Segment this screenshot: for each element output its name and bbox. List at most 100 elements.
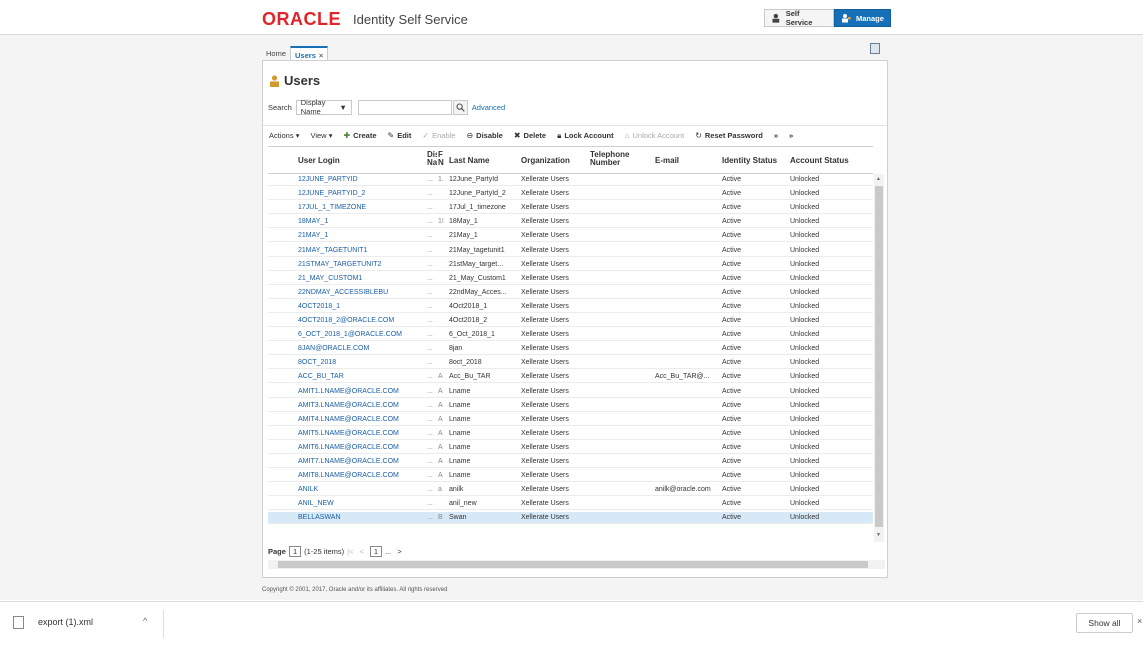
user-login-link[interactable]: 22NDMAY_ACCESSIBLEBU	[298, 287, 425, 299]
search-attribute-select[interactable]: Display Name ▼	[295, 98, 352, 116]
table-row[interactable]: 6_OCT_2018_1@ORACLE.COM... 6_Oct_2018_1 Xe…	[268, 329, 873, 342]
delete-button[interactable]: ✖ Delete	[514, 131, 546, 140]
user-login-link[interactable]: 4OCT2018_1	[298, 301, 425, 313]
display-name-cell: ...	[427, 302, 433, 310]
table-row[interactable]: AMIT3.LNAME@ORACLE.COM... A Lname Xellerate…	[268, 400, 873, 412]
col-first-name[interactable]: F N	[438, 151, 446, 167]
horizontal-scrollbar[interactable]	[268, 560, 885, 569]
horizontal-scroll-thumb[interactable]	[278, 561, 868, 568]
self-service-button[interactable]: Self Service	[764, 9, 834, 27]
download-file-name[interactable]: export (1).xml	[38, 617, 93, 627]
table-row[interactable]: ACC_BU_TAR... A Acc_Bu_TAR Xellerate Users A…	[268, 371, 873, 384]
user-login-link[interactable]: AMIT4.LNAME@ORACLE.COM	[298, 414, 425, 426]
user-login-link[interactable]: 18MAY_1	[298, 216, 425, 228]
user-login-link[interactable]: AMIT3.LNAME@ORACLE.COM	[298, 400, 425, 412]
reset-password-button[interactable]: ↻ Reset Password	[695, 131, 763, 140]
table-row[interactable]: 17JUL_1_TIMEZONE... 17Jul_1_timezone Xelle…	[268, 202, 873, 215]
user-login-link[interactable]: 4OCT2018_2@ORACLE.COM	[298, 315, 425, 327]
next-page-icon[interactable]: >	[397, 547, 401, 556]
col-account-status[interactable]: Account Status	[790, 157, 849, 165]
unlock-account-button[interactable]: ⌂ Unlock Account	[625, 131, 685, 140]
user-login-link[interactable]: 21STMAY_TARGETUNIT2	[298, 259, 425, 271]
disable-button[interactable]: ⊖ Disable	[466, 131, 502, 140]
identity-status-cell: Active	[722, 401, 742, 409]
table-row[interactable]: 22NDMAY_ACCESSIBLEBU... 22ndMay_Acces... X…	[268, 287, 873, 299]
close-icon[interactable]: ×	[1137, 616, 1142, 626]
search-input[interactable]	[357, 99, 452, 115]
user-login-link[interactable]: 12JUNE_PARTYID_2	[298, 188, 425, 200]
table-row[interactable]: 4OCT2018_1... 4Oct2018_1 Xellerate Users Ac…	[268, 301, 873, 313]
chevron-down-icon: ▾	[328, 131, 333, 140]
col-email[interactable]: E-mail	[655, 157, 679, 165]
user-login-link[interactable]: ANIL_NEW	[298, 498, 425, 510]
table-row[interactable]: 12JUNE_PARTYID_2... 12June_PartyId_2 Xelle…	[268, 188, 873, 201]
table-row[interactable]: 4OCT2018_2@ORACLE.COM... 4Oct2018_2 Xeller…	[268, 315, 873, 327]
user-login-link[interactable]: ACC_BU_TAR	[298, 371, 425, 383]
col-identity-status[interactable]: Identity Status	[722, 157, 777, 165]
user-login-link[interactable]: 6_OCT_2018_1@ORACLE.COM	[298, 329, 425, 341]
prev-page-icon[interactable]: <	[359, 547, 363, 556]
table-row[interactable]: AMIT5.LNAME@ORACLE.COM... A Lname Xellerate…	[268, 428, 873, 440]
table-row[interactable]: 8OCT_2018... 8oct_2018 Xellerate Users Acti…	[268, 357, 873, 370]
lock-account-button[interactable]: 🔒︎ Lock Account	[557, 131, 614, 141]
user-login-link[interactable]: 21_MAY_CUSTOM1	[298, 273, 425, 285]
user-login-link[interactable]: 12JUNE_PARTYID	[298, 174, 425, 186]
table-row[interactable]: 12JUNE_PARTYID... 1. 12June_PartyId Xellera…	[268, 174, 873, 186]
user-login-link[interactable]: 21MAY_1	[298, 230, 425, 242]
table-row[interactable]: AMIT6.LNAME@ORACLE.COM... A Lname Xellerate…	[268, 442, 873, 454]
user-login-link[interactable]: AMIT6.LNAME@ORACLE.COM	[298, 442, 425, 454]
more-toolbar-button[interactable]: »	[789, 131, 793, 140]
enable-button[interactable]: ✓ Enable	[422, 131, 455, 140]
table-row[interactable]: 21MAY_1... 21May_1 Xellerate Users Active Un…	[268, 230, 873, 243]
table-row[interactable]: AMIT8.LNAME@ORACLE.COM... A Lname Xellerate…	[268, 470, 873, 483]
user-login-link[interactable]: 8JAN@ORACLE.COM	[298, 343, 425, 355]
col-last-name[interactable]: Last Name	[449, 157, 489, 165]
table-row[interactable]: AMIT1.LNAME@ORACLE.COM... A Lname Xellerate…	[268, 386, 873, 398]
chevron-up-icon[interactable]: ^	[143, 616, 147, 626]
page-input[interactable]: 1	[288, 545, 302, 557]
advanced-search-link[interactable]: Advanced	[472, 103, 505, 112]
create-button[interactable]: ✚ Create	[343, 131, 376, 140]
tab-users[interactable]: Users ×	[290, 46, 329, 61]
export-icon[interactable]	[870, 43, 880, 54]
table-row[interactable]: 21STMAY_TARGETUNIT2... 21stMay_target... X…	[268, 259, 873, 271]
col-telephone[interactable]: Telephone Number	[590, 151, 640, 167]
view-menu[interactable]: View ▾	[310, 131, 332, 140]
table-row[interactable]: ANIL_NEW... anil_new Xellerate Users Active…	[268, 498, 873, 511]
table-row[interactable]: AMIT4.LNAME@ORACLE.COM... A Lname Xellerate…	[268, 414, 873, 426]
tab-home[interactable]: Home	[262, 46, 290, 61]
table-row[interactable]: 18MAY_1... 1! 18May_1 Xellerate Users Active…	[268, 216, 873, 229]
show-all-button[interactable]: Show all	[1076, 613, 1133, 633]
vertical-scrollbar[interactable]: ▲ ▼	[874, 174, 884, 542]
col-display-name[interactable]: Dis Na	[427, 151, 437, 167]
first-page-icon[interactable]: |<	[347, 547, 353, 556]
close-tab-icon[interactable]: ×	[319, 51, 323, 60]
user-login-link[interactable]: AMIT1.LNAME@ORACLE.COM	[298, 386, 425, 398]
user-login-link[interactable]: 8OCT_2018	[298, 357, 425, 369]
user-login-link[interactable]: BELLASWAN	[298, 512, 425, 524]
edit-button[interactable]: ✎ Edit	[388, 131, 412, 140]
user-login-link[interactable]: 17JUL_1_TIMEZONE	[298, 202, 425, 214]
scroll-up-icon[interactable]: ▲	[876, 176, 881, 182]
table-row[interactable]: BELLASWAN... B Swan Xellerate Users Active Un…	[268, 512, 873, 525]
user-login-link[interactable]: AMIT5.LNAME@ORACLE.COM	[298, 428, 425, 440]
search-button[interactable]	[452, 99, 468, 115]
user-login-link[interactable]: 21MAY_TAGETUNIT1	[298, 245, 425, 257]
col-organization[interactable]: Organization	[521, 157, 570, 165]
table-row[interactable]: 8JAN@ORACLE.COM... 8jan Xellerate Users Act…	[268, 343, 873, 356]
user-login-link[interactable]: AMIT8.LNAME@ORACLE.COM	[298, 470, 425, 482]
user-login-link[interactable]: ANILK	[298, 484, 425, 496]
manage-button[interactable]: Manage	[834, 9, 891, 27]
actions-menu[interactable]: Actions ▾	[269, 131, 299, 140]
more-actions-button[interactable]: »	[774, 131, 778, 140]
table-row[interactable]: 21MAY_TAGETUNIT1... 21May_tagetunit1 Xelle…	[268, 245, 873, 257]
vertical-scroll-thumb[interactable]	[875, 186, 883, 527]
page-number-button[interactable]: 1	[369, 545, 383, 557]
table-row[interactable]: AMIT7.LNAME@ORACLE.COM... A Lname Xellerate…	[268, 456, 873, 468]
table-row[interactable]: 21_MAY_CUSTOM1... 21_May_Custom1 Xellerate…	[268, 273, 873, 285]
scroll-down-icon[interactable]: ▼	[876, 532, 881, 538]
col-user-login[interactable]: User Login	[298, 157, 340, 165]
user-login-link[interactable]: AMIT7.LNAME@ORACLE.COM	[298, 456, 425, 468]
table-row[interactable]: ANILK... a anilk Xellerate Users anilk@oracl…	[268, 484, 873, 497]
page-title-text: Users	[284, 73, 321, 88]
